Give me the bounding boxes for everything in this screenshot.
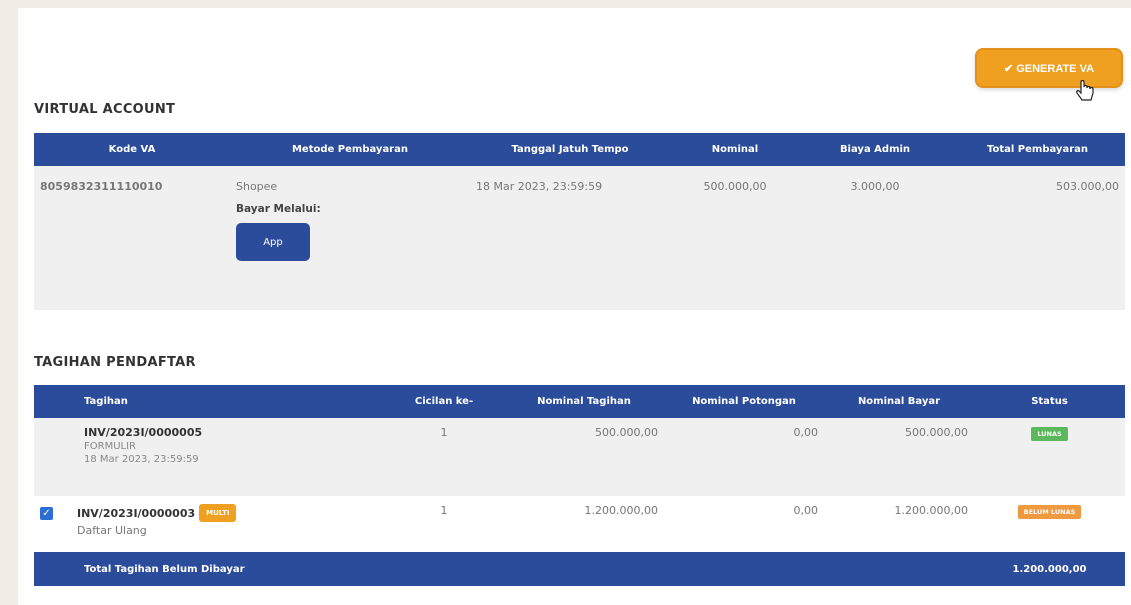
status-cell: LUNAS [974, 418, 1125, 496]
virtual-account-table: Kode VA Metode Pembayaran Tanggal Jatuh … [34, 133, 1125, 310]
invoice-number: INV/2023I/0000005 [84, 426, 203, 439]
va-nominal: 500.000,00 [670, 166, 800, 310]
va-col-total: Total Pembayaran [950, 133, 1125, 166]
cicilan-value: 1 [384, 418, 504, 496]
cicilan-value: 1 [384, 496, 504, 552]
tagihan-title: TAGIHAN PENDAFTAR [34, 355, 196, 370]
tg-col-nominal-tagihan: Nominal Tagihan [504, 385, 664, 418]
row-checkbox[interactable]: ✓ [40, 506, 53, 520]
tagihan-table-header: Tagihan Cicilan ke- Nominal Tagihan Nomi… [34, 385, 1125, 418]
app-button[interactable]: App [236, 223, 310, 261]
va-col-nominal: Nominal [670, 133, 800, 166]
tagihan-cell: ✓ INV/2023I/0000003 MULTI Daftar Ulang [34, 496, 384, 552]
nominal-potongan-value: 0,00 [664, 496, 824, 552]
status-badge: BELUM LUNAS [1017, 505, 1082, 519]
nominal-potongan-value: 0,00 [664, 418, 824, 496]
total-value: 1.200.000,00 [974, 552, 1125, 586]
tagihan-cell: INV/2023I/0000005 FORMULIR 18 Mar 2023, … [34, 418, 384, 496]
nominal-tagihan-value: 1.200.000,00 [504, 496, 664, 552]
nominal-bayar-value: 500.000,00 [824, 418, 974, 496]
tg-col-tagihan: Tagihan [34, 385, 384, 418]
table-row: INV/2023I/0000005 FORMULIR 18 Mar 2023, … [34, 418, 1125, 496]
nominal-tagihan-value: 500.000,00 [504, 418, 664, 496]
app-label: App [263, 236, 283, 248]
multi-badge: MULTI [199, 504, 237, 522]
status-badge: LUNAS [1031, 427, 1068, 441]
tg-col-status: Status [974, 385, 1125, 418]
va-metode: Shopee [236, 180, 278, 193]
va-metode-cell: Shopee Bayar Melalui: App [230, 166, 470, 310]
va-col-tanggal: Tanggal Jatuh Tempo [470, 133, 670, 166]
va-total: 503.000,00 [950, 166, 1125, 310]
tagihan-table: Tagihan Cicilan ke- Nominal Tagihan Nomi… [34, 385, 1125, 586]
invoice-number: INV/2023I/0000003 [77, 506, 196, 520]
virtual-account-title: VIRTUAL ACCOUNT [34, 102, 176, 117]
invoice-line: ✓ INV/2023I/0000003 MULTI [40, 504, 378, 522]
va-kode: 8059832311110010 [34, 166, 230, 310]
bayar-melalui-label: Bayar Melalui: [236, 203, 321, 215]
nominal-bayar-value: 1.200.000,00 [824, 496, 974, 552]
va-table-header: Kode VA Metode Pembayaran Tanggal Jatuh … [34, 133, 1125, 166]
tg-col-nominal-bayar: Nominal Bayar [824, 385, 974, 418]
generate-va-button[interactable]: ✔ GENERATE VA [975, 48, 1123, 88]
va-row: 8059832311110010 Shopee Bayar Melalui: A… [34, 166, 1125, 310]
hand-cursor-icon [1076, 80, 1094, 101]
invoice-date: 18 Mar 2023, 23:59:59 [84, 454, 199, 465]
generate-va-label: ✔ GENERATE VA [1003, 62, 1095, 75]
va-col-kode: Kode VA [34, 133, 230, 166]
invoice-type: FORMULIR [84, 441, 136, 452]
invoice-type: Daftar Ulang [77, 524, 147, 537]
total-row: Total Tagihan Belum Dibayar 1.200.000,00 [34, 552, 1125, 586]
total-label: Total Tagihan Belum Dibayar [34, 552, 974, 586]
va-jatuh-tempo: 18 Mar 2023, 23:59:59 [470, 166, 670, 310]
status-cell: BELUM LUNAS [974, 496, 1125, 552]
va-col-biaya: Biaya Admin [800, 133, 950, 166]
table-row: ✓ INV/2023I/0000003 MULTI Daftar Ulang 1… [34, 496, 1125, 552]
va-col-metode: Metode Pembayaran [230, 133, 470, 166]
va-biaya-admin: 3.000,00 [800, 166, 950, 310]
tg-col-cicilan: Cicilan ke- [384, 385, 504, 418]
tg-col-nominal-potongan: Nominal Potongan [664, 385, 824, 418]
